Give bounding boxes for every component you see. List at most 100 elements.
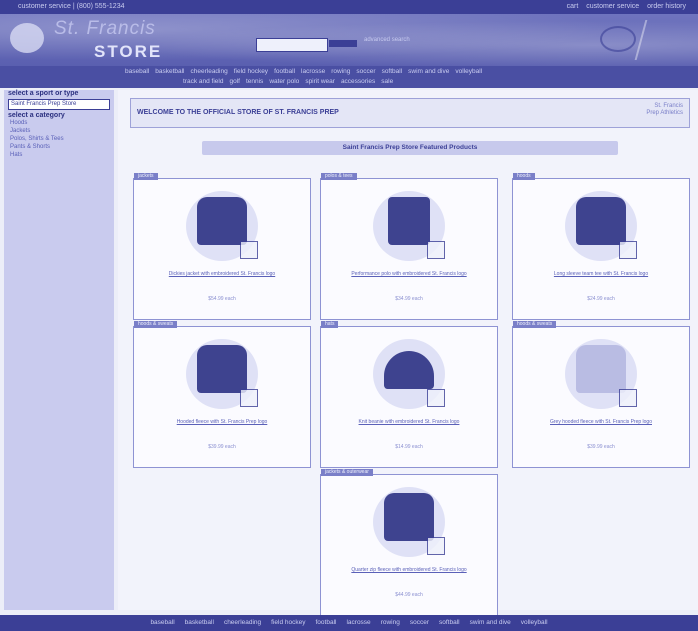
product-card[interactable]: hoods Long sleeve team tee with St. Franc… — [512, 173, 690, 320]
product-logo-badge-icon — [240, 389, 258, 407]
store-logo-icon[interactable] — [10, 23, 44, 53]
product-logo-badge-icon — [427, 241, 445, 259]
product-price: $39.99 each — [587, 444, 615, 450]
footer-link-10[interactable]: volleyball — [521, 619, 548, 626]
footer-link-8[interactable]: softball — [439, 619, 460, 626]
product-description-link[interactable]: Knit beanie with embroidered St. Francis… — [327, 419, 491, 425]
product-price: $44.99 each — [395, 592, 423, 598]
sport-select[interactable]: Saint Francis Prep Store — [8, 99, 110, 110]
welcome-title: WELCOME TO THE OFFICIAL STORE OF ST. FRA… — [137, 109, 339, 116]
nav-link-row1-10[interactable]: volleyball — [455, 68, 482, 75]
product-category-tag: jackets — [134, 173, 158, 180]
search-input[interactable] — [256, 38, 328, 52]
category-jackets[interactable]: Jackets — [4, 127, 114, 135]
product-price: $24.99 each — [587, 296, 615, 302]
top-links: cart customer service order history — [561, 0, 686, 14]
footer-link-4[interactable]: football — [316, 619, 337, 626]
product-card[interactable]: hoods & sweats Grey hooded fleece with St… — [512, 321, 690, 468]
athletics-logo-line1: St. Francis — [654, 103, 683, 109]
nav-link-row1-1[interactable]: basketball — [155, 68, 184, 75]
footer-navigation: baseball basketball cheerleading field hock… — [0, 615, 698, 631]
customer-service-text: customer service | (800) 555-1234 — [18, 3, 125, 10]
product-price: $39.99 each — [208, 444, 236, 450]
brand-name: St. Francis — [54, 18, 156, 39]
product-category-tag: hats — [321, 321, 339, 328]
product-logo-badge-icon — [427, 389, 445, 407]
footer-link-2[interactable]: cheerleading — [224, 619, 261, 626]
nav-link-row2-6[interactable]: sale — [381, 78, 393, 85]
product-garment-icon — [384, 493, 434, 541]
advanced-search-link[interactable]: advanced search — [364, 37, 410, 43]
product-card[interactable]: hoods & sweats Hooded fleece with St. Fra… — [133, 321, 311, 468]
nav-link-row1-2[interactable]: cheerleading — [191, 68, 228, 75]
nav-link-row1-9[interactable]: swim and dive — [408, 68, 449, 75]
category-polos[interactable]: Polos, Shirts & Tees — [4, 135, 114, 143]
nav-link-row1-8[interactable]: softball — [382, 68, 403, 75]
product-price: $14.99 each — [395, 444, 423, 450]
product-card[interactable]: polos & tees Performance polo with embroi… — [320, 173, 498, 320]
product-category-tag: hoods & sweats — [134, 321, 178, 328]
product-price: $54.99 each — [208, 296, 236, 302]
product-category-tag: hoods & sweats — [513, 321, 557, 328]
product-price: $34.99 each — [395, 296, 423, 302]
athletics-logo-line2: Prep Athletics — [646, 110, 683, 116]
featured-products-title: Saint Francis Prep Store Featured Produc… — [202, 141, 618, 155]
nav-link-row1-0[interactable]: baseball — [125, 68, 149, 75]
footer-link-6[interactable]: rowing — [381, 619, 400, 626]
nav-row-2: track and field golf tennis water polo spiri… — [180, 78, 396, 85]
product-garment-icon — [576, 345, 626, 393]
footer-link-0[interactable]: baseball — [150, 619, 174, 626]
nav-link-row2-3[interactable]: water polo — [269, 78, 299, 85]
product-card[interactable]: jackets & outerwear Quarter zip fleece wi… — [320, 469, 498, 616]
order-history-link[interactable]: order history — [647, 3, 686, 10]
product-description-link[interactable]: Long sleeve team tee with St. Francis lo… — [519, 271, 683, 277]
product-description-link[interactable]: Dickies jacket with embroidered St. Fran… — [140, 271, 304, 277]
footer-link-5[interactable]: lacrosse — [346, 619, 370, 626]
product-category-tag: hoods — [513, 173, 535, 180]
footer-link-1[interactable]: basketball — [185, 619, 214, 626]
pennant-icon — [600, 26, 636, 52]
product-card[interactable]: jackets Dickies jacket with embroidered S… — [133, 173, 311, 320]
product-logo-badge-icon — [427, 537, 445, 555]
product-category-tag: polos & tees — [321, 173, 357, 180]
product-description-link[interactable]: Quarter zip fleece with embroidered St. … — [327, 567, 491, 573]
category-hats[interactable]: Hats — [4, 151, 114, 159]
product-description-link[interactable]: Hooded fleece with St. Francis Prep logo — [140, 419, 304, 425]
nav-link-row1-6[interactable]: rowing — [331, 68, 350, 75]
nav-link-row1-7[interactable]: soccer — [356, 68, 375, 75]
sidebar: select a sport or type Saint Francis Pre… — [4, 90, 114, 610]
search-button[interactable] — [329, 40, 357, 47]
product-garment-icon — [576, 197, 626, 245]
nav-link-row2-2[interactable]: tennis — [246, 78, 263, 85]
product-description-link[interactable]: Performance polo with embroidered St. Fr… — [327, 271, 491, 277]
nav-link-row1-4[interactable]: football — [274, 68, 295, 75]
athletics-logo: St. Francis Prep Athletics — [646, 103, 683, 117]
nav-link-row1-3[interactable]: field hockey — [234, 68, 268, 75]
footer-link-3[interactable]: field hockey — [271, 619, 305, 626]
nav-link-row2-1[interactable]: golf — [229, 78, 239, 85]
nav-link-row2-0[interactable]: track and field — [183, 78, 223, 85]
grass-decoration-icon — [634, 20, 698, 60]
nav-link-row1-5[interactable]: lacrosse — [301, 68, 325, 75]
product-logo-badge-icon — [619, 389, 637, 407]
product-garment-icon — [197, 345, 247, 393]
brand-store-label: STORE — [94, 42, 163, 61]
customer-service-link[interactable]: customer service — [586, 3, 639, 10]
product-logo-badge-icon — [619, 241, 637, 259]
cart-link[interactable]: cart — [567, 3, 579, 10]
store-page: customer service | (800) 555-1234 cart c… — [0, 0, 698, 631]
product-logo-badge-icon — [240, 241, 258, 259]
category-pants[interactable]: Pants & Shorts — [4, 143, 114, 151]
product-card[interactable]: hats Knit beanie with embroidered St. Fra… — [320, 321, 498, 468]
welcome-banner: WELCOME TO THE OFFICIAL STORE OF ST. FRA… — [130, 98, 690, 128]
nav-link-row2-4[interactable]: spirit wear — [305, 78, 335, 85]
product-garment-icon — [388, 197, 430, 245]
category-hoods[interactable]: Hoods — [4, 119, 114, 127]
product-description-link[interactable]: Grey hooded fleece with St. Francis Prep… — [519, 419, 683, 425]
nav-link-row2-5[interactable]: accessories — [341, 78, 375, 85]
sport-select-label: select a sport or type — [8, 90, 79, 97]
footer-link-7[interactable]: soccer — [410, 619, 429, 626]
top-strip: customer service | (800) 555-1234 cart c… — [0, 0, 698, 14]
header-banner: St. Francis STORE advanced search — [0, 14, 698, 66]
footer-link-9[interactable]: swim and dive — [470, 619, 511, 626]
